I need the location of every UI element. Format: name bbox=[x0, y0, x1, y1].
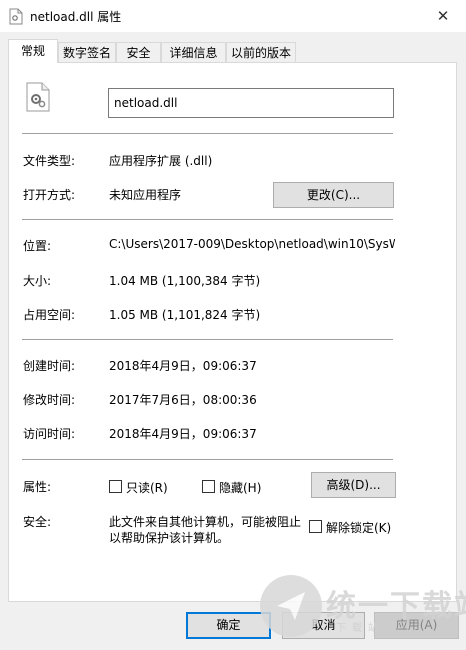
separator bbox=[22, 219, 393, 220]
unblock-label[interactable]: 解除锁定(K) bbox=[326, 519, 391, 536]
separator bbox=[22, 339, 393, 340]
readonly-checkbox[interactable] bbox=[109, 480, 122, 493]
hidden-label[interactable]: 隐藏(H) bbox=[219, 479, 261, 496]
advanced-button[interactable]: 高级(D)... bbox=[311, 472, 396, 498]
tab-digital-signatures[interactable]: 数字签名 bbox=[58, 42, 116, 62]
watermark-logo-icon bbox=[260, 575, 322, 637]
close-icon: ✕ bbox=[436, 7, 450, 25]
close-button[interactable]: ✕ bbox=[420, 0, 466, 32]
location-label: 位置: bbox=[23, 239, 52, 253]
file-type-value: 应用程序扩展 (.dll) bbox=[109, 154, 213, 168]
size-label: 大小: bbox=[23, 274, 52, 288]
size-on-disk-label: 占用空间: bbox=[23, 308, 76, 322]
modified-value: 2017年7月6日，08:00:36 bbox=[109, 393, 257, 407]
ok-button[interactable]: 确定 bbox=[186, 612, 271, 639]
file-type-label: 文件类型: bbox=[23, 154, 76, 168]
filename-input[interactable]: netload.dll bbox=[108, 88, 394, 118]
separator bbox=[22, 133, 393, 134]
hidden-checkbox[interactable] bbox=[202, 480, 215, 493]
title-bar: netload.dll 属性 ✕ bbox=[0, 0, 466, 32]
created-value: 2018年4月9日，09:06:37 bbox=[109, 359, 257, 373]
tab-previous-versions[interactable]: 以前的版本 bbox=[226, 42, 296, 62]
site-watermark: 统一下载站 下载站 bbox=[260, 575, 466, 647]
readonly-label[interactable]: 只读(R) bbox=[126, 479, 168, 496]
created-label: 创建时间: bbox=[23, 359, 76, 373]
accessed-label: 访问时间: bbox=[23, 427, 76, 441]
modified-label: 修改时间: bbox=[23, 393, 76, 407]
tab-security[interactable]: 安全 bbox=[116, 42, 161, 62]
opens-with-value: 未知应用程序 bbox=[109, 188, 182, 202]
tab-details[interactable]: 详细信息 bbox=[161, 42, 226, 62]
change-button[interactable]: 更改(C)... bbox=[273, 182, 394, 208]
security-text-line1: 此文件来自其他计算机，可能被阻止 bbox=[109, 515, 302, 529]
size-value: 1.04 MB (1,100,384 字节) bbox=[109, 274, 261, 288]
opens-with-label: 打开方式: bbox=[23, 188, 76, 202]
tab-general[interactable]: 常规 bbox=[8, 39, 58, 63]
security-text-line2: 以帮助保护该计算机。 bbox=[109, 531, 230, 545]
unblock-checkbox[interactable] bbox=[309, 520, 322, 533]
security-label: 安全: bbox=[23, 515, 52, 529]
watermark-sub: 下载站 bbox=[336, 623, 384, 634]
size-on-disk-value: 1.05 MB (1,101,824 字节) bbox=[109, 308, 261, 322]
dll-file-icon bbox=[26, 82, 50, 112]
separator bbox=[22, 459, 393, 460]
window-title: netload.dll 属性 bbox=[30, 10, 122, 24]
accessed-value: 2018年4月9日，09:06:37 bbox=[109, 427, 257, 441]
file-icon bbox=[9, 8, 23, 25]
attributes-label: 属性: bbox=[23, 480, 52, 494]
location-value[interactable]: C:\Users\2017-009\Desktop\netload\win10\… bbox=[109, 237, 395, 251]
